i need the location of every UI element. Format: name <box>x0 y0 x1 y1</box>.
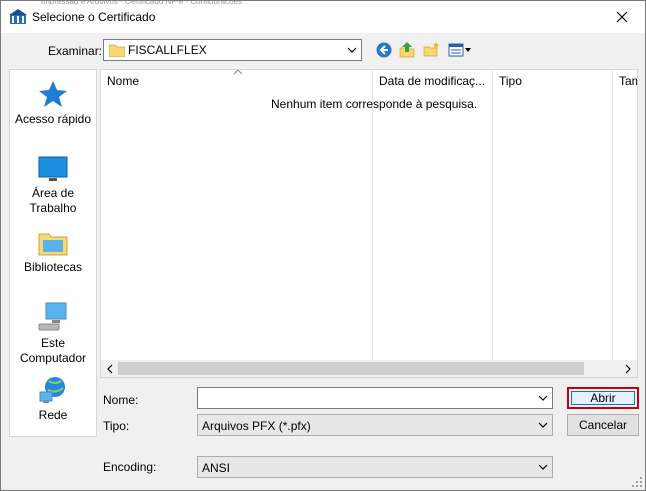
column-divider[interactable] <box>372 70 373 362</box>
star-icon <box>39 81 67 107</box>
dialog-title: Selecione o Certificado <box>32 10 156 24</box>
chevron-down-icon <box>538 422 548 428</box>
close-icon <box>616 11 628 23</box>
title-bar[interactable]: Impressao e Arquivos · Certificado NF-e … <box>1 1 645 33</box>
new-folder-button[interactable] <box>422 41 440 59</box>
chevron-left-icon <box>107 364 113 373</box>
place-label: Área de Trabalho <box>29 186 77 215</box>
chevron-down-icon <box>347 47 357 53</box>
column-divider[interactable] <box>612 70 613 362</box>
place-label: Bibliotecas <box>23 260 83 274</box>
file-name-label: Nome: <box>103 393 139 407</box>
column-header-size[interactable]: Tam <box>619 74 637 88</box>
column-header-name[interactable]: Nome <box>107 74 139 88</box>
chevron-down-icon[interactable] <box>538 393 548 403</box>
encoding-select[interactable]: ANSI <box>197 456 553 478</box>
desktop-icon <box>38 156 68 181</box>
back-icon <box>376 42 392 58</box>
new-folder-icon <box>423 42 439 57</box>
place-desktop[interactable]: Área de Trabalho <box>10 156 96 216</box>
scrollbar-thumb[interactable] <box>118 362 584 375</box>
up-folder-icon <box>399 42 415 58</box>
column-header-date[interactable]: Data de modificaç... <box>379 74 485 88</box>
cancel-button[interactable]: Cancelar <box>567 414 639 436</box>
open-button[interactable]: Abrir <box>567 387 639 409</box>
file-type-value: Arquivos PFX (*.pfx) <box>202 419 311 433</box>
up-folder-button[interactable] <box>398 41 416 59</box>
sort-ascending-icon <box>233 70 243 75</box>
focus-ring <box>571 391 635 405</box>
file-name-input[interactable] <box>197 387 553 409</box>
encoding-label: Encoding: <box>103 460 157 474</box>
place-libraries[interactable]: Bibliotecas <box>10 230 96 275</box>
network-icon <box>39 377 65 403</box>
place-computer[interactable]: Este Computador <box>10 302 96 366</box>
file-open-dialog: Impressao e Arquivos · Certificado NF-e … <box>0 0 646 491</box>
places-bar: Acesso rápido Área de Trabalho Bibliotec… <box>9 69 97 437</box>
look-in-combo[interactable]: FISCALLFLEX <box>103 39 362 61</box>
column-divider[interactable] <box>492 70 493 362</box>
app-icon <box>9 9 27 24</box>
scroll-left-button[interactable] <box>103 362 117 375</box>
view-menu-icon <box>448 43 471 57</box>
place-quick-access[interactable]: Acesso rápido <box>10 80 96 127</box>
scroll-right-button[interactable] <box>621 362 635 375</box>
close-button[interactable] <box>599 1 645 33</box>
libraries-icon <box>38 233 68 256</box>
look-in-label: Examinar: <box>48 44 103 58</box>
empty-message: Nenhum item corresponde à pesquisa. <box>271 97 478 111</box>
current-folder-name: FISCALLFLEX <box>128 43 207 57</box>
chevron-down-icon <box>538 464 548 470</box>
place-label: Este Computador <box>19 336 87 365</box>
column-header-type[interactable]: Tipo <box>499 74 522 88</box>
computer-icon <box>38 302 67 331</box>
view-menu-button[interactable] <box>447 41 473 59</box>
resize-grip-icon[interactable] <box>631 476 643 488</box>
encoding-value: ANSI <box>202 461 231 475</box>
file-list-view[interactable]: Nome Data de modificaç... Tipo Tam Nenhu… <box>100 69 638 378</box>
place-label: Rede <box>38 408 68 422</box>
background-window-strip: Impressao e Arquivos · Certificado NF-e … <box>41 1 441 4</box>
folder-icon <box>109 44 125 57</box>
place-network[interactable]: Rede <box>10 376 96 423</box>
back-button[interactable] <box>375 41 393 59</box>
file-type-label: Tipo: <box>103 419 130 433</box>
file-type-select[interactable]: Arquivos PFX (*.pfx) <box>197 414 553 436</box>
chevron-right-icon <box>625 364 631 373</box>
place-label: Acesso rápido <box>14 112 92 126</box>
horizontal-scrollbar[interactable] <box>101 360 637 377</box>
